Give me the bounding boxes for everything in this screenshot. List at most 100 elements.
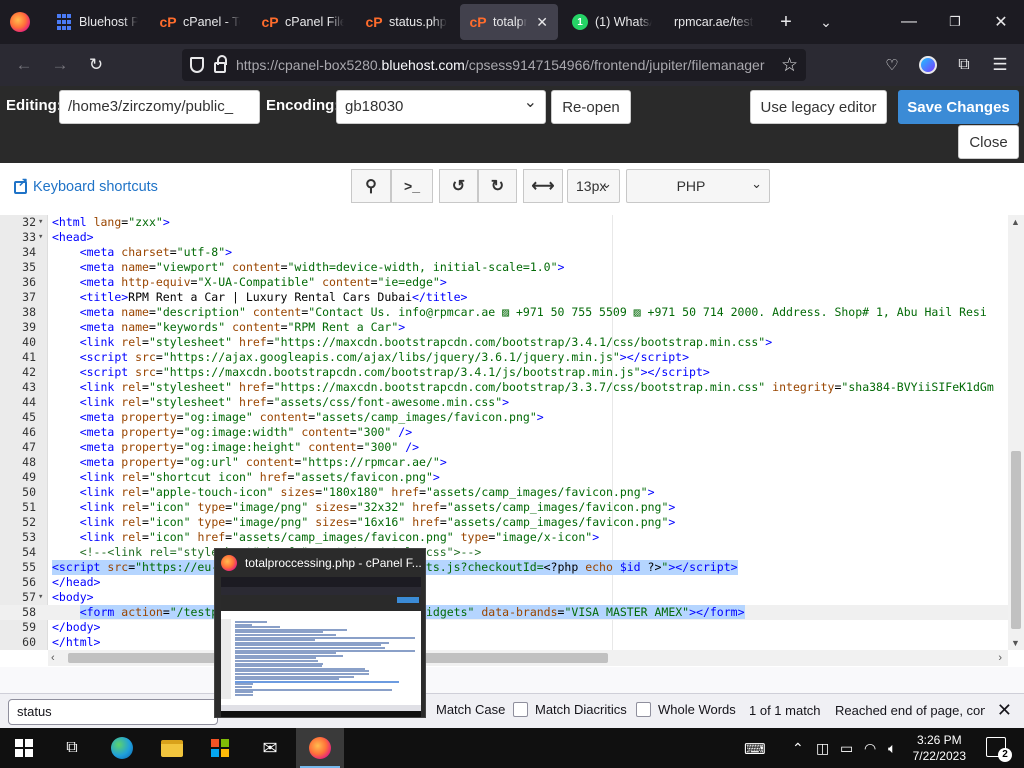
redo-button[interactable]: ↻ [478,169,517,203]
vertical-scrollbar[interactable]: ▲ ▼ [1008,215,1024,650]
firefox-menu-icon[interactable] [10,12,30,32]
code-line[interactable]: 38 <meta name="description" content="Con… [0,305,1008,320]
use-legacy-editor-button[interactable]: Use legacy editor [750,90,887,124]
language-mode-select[interactable]: PHP ⌄ [626,169,770,203]
code-line[interactable]: 59 </body> [0,620,1008,635]
wrap-toggle-button[interactable]: ⟷ [523,169,563,203]
tracking-protection-icon[interactable] [190,57,204,73]
bookmark-star-icon[interactable]: ☆ [781,54,798,77]
task-view-button[interactable]: ⧉ [48,728,96,768]
close-window-icon[interactable]: ✕ [978,6,1024,38]
battery-icon[interactable]: ▭ [840,740,853,757]
undo-button[interactable]: ↺ [439,169,478,203]
firefox-taskbar-button[interactable] [296,728,344,768]
tab-whatsapp[interactable]: 1 (1) WhatsA [562,4,662,40]
code-line[interactable]: 39 <meta name="keywords" content="RPM Re… [0,320,1008,335]
whole-words-option[interactable]: Whole Words [636,702,736,717]
code-line[interactable]: 60 </html> [0,635,1008,650]
forward-icon[interactable]: → [46,51,74,79]
save-changes-button[interactable]: Save Changes [898,90,1019,124]
minimize-icon[interactable]: — [886,6,932,38]
volume-icon[interactable]: 🔈︎ [888,740,896,757]
new-tab-icon[interactable]: + [772,8,800,36]
tab-rpmcar-testpay[interactable]: rpmcar.ae/testp [664,4,764,40]
code-line[interactable]: 44 <link rel="stylesheet" href="assets/c… [0,395,1008,410]
close-find-bar-icon[interactable]: ✕ [997,700,1012,721]
code-line[interactable]: 55<script src="https://eu-test.oppwa.com… [0,560,1008,575]
code-line[interactable]: 43 <link rel="stylesheet" href="https://… [0,380,1008,395]
keyboard-shortcuts-link[interactable]: Keyboard shortcuts [14,175,158,195]
scroll-down-icon[interactable]: ▼ [1011,638,1020,648]
match-case-option[interactable]: Match Case [436,702,505,717]
close-tab-icon[interactable]: ✕ [536,14,548,31]
code-line[interactable]: 32 ▾ <html lang="zxx"> [0,215,1008,230]
code-line[interactable]: 42 <script src="https://maxcdn.bootstrap… [0,365,1008,380]
mail-button[interactable]: ✉ [246,728,294,768]
code-line[interactable]: 54 <!--<link rel="stylesheet" href="asse… [0,545,1008,560]
pocket-icon[interactable]: ♡ [878,51,906,79]
search-button[interactable]: ⚲ [351,169,391,203]
code-line[interactable]: 46 <meta property="og:image:width" conte… [0,425,1008,440]
code-line[interactable]: 34 <meta charset="utf-8"> [0,245,1008,260]
match-diacritics-option[interactable]: Match Diacritics [513,702,627,717]
lock-icon[interactable] [214,55,227,73]
profile-icon[interactable] [914,51,942,79]
tab-status-php[interactable]: ᴄP status.php [356,4,458,40]
code-line[interactable]: 58 <form action="/testpay/status.php" cl… [0,605,1008,620]
start-button[interactable] [0,728,48,768]
code-line[interactable]: 35 <meta name="viewport" content="width=… [0,260,1008,275]
vertical-scroll-thumb[interactable] [1011,451,1021,629]
code-line[interactable]: 57 ▾ <body> [0,590,1008,605]
code-line[interactable]: 53 <link rel="icon" href="assets/camp_im… [0,530,1008,545]
code-line[interactable]: 45 <meta property="og:image" content="as… [0,410,1008,425]
code-editor[interactable]: 32 ▾ <html lang="zxx"> 33 ▾ <head> 34 <meta ch… [0,215,1024,667]
whole-words-checkbox[interactable] [636,702,651,717]
code-line[interactable]: 50 <link rel="apple-touch-icon" sizes="1… [0,485,1008,500]
horizontal-scrollbar[interactable]: ‹ › [48,650,1008,666]
tab-cpanel-file-manager[interactable]: ᴄP cPanel File [252,4,354,40]
close-button[interactable]: Close [958,125,1019,159]
goto-line-button[interactable]: >_ [391,169,433,203]
scroll-left-icon[interactable]: ‹ [51,652,55,664]
restore-icon[interactable]: ❐ [932,6,978,38]
tab-cpanel-tools[interactable]: ᴄP cPanel - To [150,4,250,40]
code-line[interactable]: 36 <meta http-equiv="X-UA-Compatible" co… [0,275,1008,290]
code-line[interactable]: 41 <script src="https://ajax.googleapis.… [0,350,1008,365]
code-line[interactable]: 52 <link rel="icon" type="image/png" siz… [0,515,1008,530]
app-menu-icon[interactable]: ☰ [986,51,1014,79]
match-diacritics-checkbox[interactable] [513,702,528,717]
tab-bluehost[interactable]: Bluehost P [46,4,148,40]
encoding-select[interactable]: gb18030 [336,90,546,124]
show-hidden-icons-icon[interactable]: ⌃ [792,740,804,757]
fold-arrow-icon[interactable]: ▾ [38,230,43,245]
clock[interactable]: 3:26 PM 7/22/2023 [913,732,966,764]
scroll-right-icon[interactable]: › [998,652,1002,664]
fold-arrow-icon[interactable]: ▾ [38,215,43,230]
wifi-icon[interactable]: ◠ [864,740,876,757]
edge-button[interactable] [98,728,146,768]
list-all-tabs-icon[interactable]: ⌄ [812,8,840,36]
file-explorer-button[interactable] [148,728,196,768]
reopen-button[interactable]: Re-open [551,90,631,124]
store-button[interactable] [196,728,244,768]
taskbar-window-preview[interactable]: totalproccessing.php - cPanel F... [214,548,426,718]
code-line[interactable]: 37 <title>RPM Rent a Car | Luxury Rental… [0,290,1008,305]
keyboard-icon[interactable]: ⌨ [744,740,766,758]
code-line[interactable]: 33 ▾ <head> [0,230,1008,245]
address-bar[interactable]: https://cpanel-box5280.bluehost.com/cpse… [182,49,806,81]
fold-arrow-icon[interactable]: ▾ [38,590,43,605]
code-line[interactable]: 51 <link rel="icon" type="image/png" siz… [0,500,1008,515]
font-size-select[interactable]: 13px ⌄ [567,169,620,203]
code-line[interactable]: 47 <meta property="og:image:height" cont… [0,440,1008,455]
scroll-up-icon[interactable]: ▲ [1011,217,1020,227]
code-line[interactable]: 49 <link rel="shortcut icon" href="asset… [0,470,1008,485]
reload-icon[interactable]: ↻ [82,51,110,79]
back-icon[interactable]: ← [10,51,38,79]
code-line[interactable]: 56 </head> [0,575,1008,590]
code-line[interactable]: 40 <link rel="stylesheet" href="https://… [0,335,1008,350]
meet-now-icon[interactable]: ◫ [816,740,829,757]
find-input[interactable]: status [8,699,218,725]
code-line[interactable]: 48 <meta property="og:url" content="http… [0,455,1008,470]
extensions-icon[interactable]: ⧉ [950,51,978,79]
tab-totalproccessing-active[interactable]: ᴄP totalpro ✕ [460,4,558,40]
